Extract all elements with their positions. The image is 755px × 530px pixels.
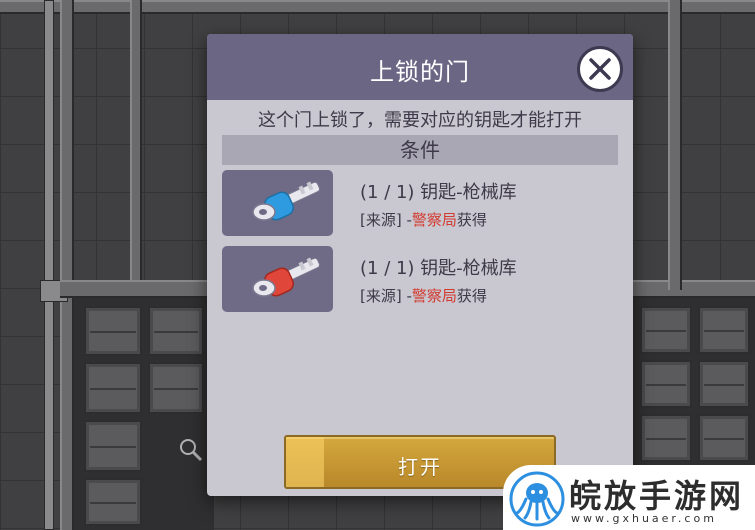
source-suffix: 获得 <box>456 287 487 305</box>
requirement-item: (1 / 1) 钥匙-枪械库 [来源] -警察局获得 <box>222 170 602 236</box>
requirement-name: (1 / 1) 钥匙-枪械库 <box>360 258 517 279</box>
locked-door-dialog: 上锁的门 这个门上锁了，需要对应的钥匙才能打开 条件 (1 / 1) 钥匙-枪械… <box>207 34 633 496</box>
magnifier-icon <box>180 439 203 462</box>
crate <box>698 360 750 408</box>
pipe <box>44 0 54 530</box>
requirement-item: (1 / 1) 钥匙-枪械库 [来源] -警察局获得 <box>222 246 602 312</box>
wall <box>60 0 74 530</box>
item-slot[interactable] <box>222 246 333 312</box>
watermark-text: 皖放手游网 <box>569 477 745 515</box>
key-icon <box>252 181 321 221</box>
wall <box>130 0 142 290</box>
wall <box>0 0 755 14</box>
requirement-source: [来源] -警察局获得 <box>360 209 487 230</box>
source-place: 警察局 <box>411 287 457 305</box>
crate <box>84 420 142 472</box>
item-slot[interactable] <box>222 170 333 236</box>
crate <box>84 362 142 414</box>
crate <box>640 306 692 354</box>
crate <box>640 360 692 408</box>
source-place: 警察局 <box>411 211 457 229</box>
crate <box>148 362 204 414</box>
source-prefix: [来源] - <box>360 211 412 229</box>
dialog-description: 这个门上锁了，需要对应的钥匙才能打开 <box>258 110 582 131</box>
source-prefix: [来源] - <box>360 287 412 305</box>
requirement-name: (1 / 1) 钥匙-枪械库 <box>360 182 517 203</box>
key-icon <box>252 257 321 297</box>
octopus-logo-icon <box>509 471 565 527</box>
crate <box>698 306 750 354</box>
dialog-header: 上锁的门 <box>207 34 633 100</box>
site-watermark: 皖放手游网 www.gxhuaer.com <box>503 465 755 530</box>
crate <box>84 306 142 356</box>
watermark-url: www.gxhuaer.com <box>571 512 717 525</box>
close-button[interactable] <box>577 46 623 92</box>
crate <box>640 414 692 462</box>
conditions-header: 条件 <box>222 135 618 165</box>
wall <box>668 0 682 290</box>
requirement-source: [来源] -警察局获得 <box>360 285 487 306</box>
source-suffix: 获得 <box>456 211 487 229</box>
crate <box>84 478 142 526</box>
crate <box>698 414 750 462</box>
dialog-title: 上锁的门 <box>370 58 470 86</box>
close-icon <box>589 58 611 80</box>
crate <box>148 306 204 356</box>
